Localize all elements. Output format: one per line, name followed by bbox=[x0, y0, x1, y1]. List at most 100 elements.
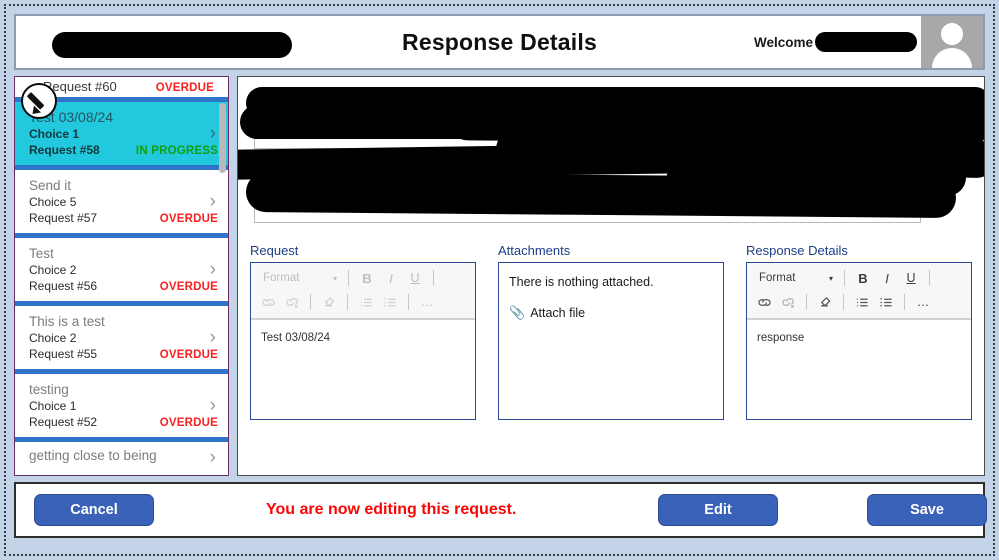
bold-button[interactable]: B bbox=[356, 268, 378, 288]
main-content-panel: Request Format ▾ B I U … Test 03/08/24 A… bbox=[237, 76, 985, 476]
link-icon[interactable] bbox=[257, 292, 279, 312]
paperclip-icon: 📎 bbox=[509, 305, 526, 320]
highlight-icon[interactable] bbox=[814, 292, 836, 312]
request-choice: Choice 5 bbox=[29, 195, 77, 209]
format-dropdown[interactable]: Format ▾ bbox=[257, 272, 341, 284]
edit-pencil-cursor-icon bbox=[21, 83, 57, 119]
redaction-stroke bbox=[665, 159, 967, 199]
attach-file-label: Attach file bbox=[530, 306, 586, 320]
request-choice: Choice 1 bbox=[29, 399, 77, 413]
toolbar-divider bbox=[844, 270, 845, 286]
cancel-button[interactable]: Cancel bbox=[34, 494, 154, 526]
username-redaction bbox=[815, 32, 917, 52]
underline-button[interactable]: U bbox=[404, 268, 426, 288]
numbered-list-icon[interactable] bbox=[875, 292, 897, 312]
request-title: Send it bbox=[29, 178, 72, 193]
italic-button[interactable]: I bbox=[876, 268, 898, 288]
chevron-right-icon: › bbox=[209, 122, 216, 144]
bullet-list-icon[interactable] bbox=[851, 292, 873, 312]
toolbar-divider bbox=[904, 294, 905, 310]
status-badge: OVERDUE bbox=[159, 213, 218, 225]
request-editor-column: Request Format ▾ B I U … Test 03/08/24 bbox=[250, 243, 476, 420]
attachments-panel: There is nothing attached. 📎 Attach file bbox=[498, 262, 724, 420]
attachments-label: Attachments bbox=[498, 243, 571, 258]
app-window: Response Details Welcome Request #60 OVE… bbox=[4, 4, 995, 556]
sidebar-scrollbar[interactable] bbox=[219, 103, 226, 173]
save-button[interactable]: Save bbox=[867, 494, 987, 526]
chevron-right-icon: › bbox=[209, 190, 216, 212]
request-editor-toolbar: Format ▾ B I U … bbox=[251, 263, 475, 320]
list-item[interactable]: This is a test Choice 2 Request #55 OVER… bbox=[15, 306, 228, 374]
toolbar-divider bbox=[433, 270, 434, 286]
request-editor-label: Request bbox=[250, 243, 299, 258]
app-header: Response Details Welcome bbox=[14, 14, 985, 70]
bullet-list-icon[interactable] bbox=[355, 292, 377, 312]
more-options-icon[interactable]: … bbox=[912, 292, 934, 312]
list-item[interactable]: Test Choice 2 Request #56 OVERDUE › bbox=[15, 238, 228, 306]
request-list-sidebar[interactable]: Request #60 OVERDUE Test 03/08/24 Choice… bbox=[14, 76, 229, 476]
list-item[interactable]: Send it Choice 5 Request #57 OVERDUE › bbox=[15, 170, 228, 238]
chevron-right-icon: › bbox=[209, 394, 216, 416]
request-choice: Choice 1 bbox=[29, 127, 80, 141]
request-editor-content[interactable]: Test 03/08/24 bbox=[251, 320, 475, 419]
highlight-icon[interactable] bbox=[318, 292, 340, 312]
request-number: Request #56 bbox=[29, 279, 98, 293]
welcome-label: Welcome bbox=[753, 34, 813, 50]
toolbar-divider bbox=[310, 294, 311, 310]
unlink-icon[interactable] bbox=[281, 292, 303, 312]
format-dropdown-label: Format bbox=[263, 272, 300, 284]
unlink-icon[interactable] bbox=[777, 292, 799, 312]
request-choice: Choice 2 bbox=[29, 263, 77, 277]
request-editor[interactable]: Format ▾ B I U … Test 03/08/24 bbox=[250, 262, 476, 420]
response-editor-toolbar: Format ▾ B I U … bbox=[747, 263, 971, 320]
toolbar-divider bbox=[347, 294, 348, 310]
avatar[interactable] bbox=[921, 16, 983, 68]
request-title: Test bbox=[29, 246, 54, 261]
chevron-right-icon: › bbox=[209, 326, 216, 348]
status-badge: IN PROGRESS bbox=[135, 145, 218, 157]
more-options-icon[interactable]: … bbox=[416, 292, 438, 312]
response-editor[interactable]: Format ▾ B I U … response bbox=[746, 262, 972, 420]
request-title: This is a test bbox=[29, 314, 105, 329]
list-item[interactable]: getting close to being › bbox=[15, 442, 228, 468]
link-icon[interactable] bbox=[753, 292, 775, 312]
chevron-right-icon: › bbox=[209, 447, 216, 468]
status-badge: OVERDUE bbox=[159, 281, 218, 293]
attach-file-button[interactable]: 📎 Attach file bbox=[509, 305, 713, 321]
avatar-head-icon bbox=[941, 23, 963, 45]
request-title: Test 03/08/24 bbox=[29, 109, 114, 125]
toolbar-divider bbox=[843, 294, 844, 310]
status-badge: OVERDUE bbox=[159, 349, 218, 361]
request-number: Request #57 bbox=[29, 211, 98, 225]
edit-button[interactable]: Edit bbox=[658, 494, 778, 526]
redacted-form-fields bbox=[238, 83, 984, 241]
request-number: Request #52 bbox=[29, 415, 98, 429]
bold-button[interactable]: B bbox=[852, 268, 874, 288]
status-badge: OVERDUE bbox=[159, 417, 218, 429]
avatar-body-icon bbox=[932, 48, 972, 68]
list-item[interactable]: testing Choice 1 Request #52 OVERDUE › bbox=[15, 374, 228, 442]
attachments-column: Attachments There is nothing attached. 📎… bbox=[498, 243, 724, 420]
toolbar-divider bbox=[929, 270, 930, 286]
toolbar-divider bbox=[408, 294, 409, 310]
response-editor-content[interactable]: response bbox=[747, 320, 971, 419]
chevron-right-icon: › bbox=[209, 258, 216, 280]
underline-button[interactable]: U bbox=[900, 268, 922, 288]
numbered-list-icon[interactable] bbox=[379, 292, 401, 312]
editing-status-message: You are now editing this request. bbox=[266, 501, 517, 518]
response-editor-label: Response Details bbox=[746, 243, 848, 258]
request-title: testing bbox=[29, 382, 69, 397]
request-title: getting close to being bbox=[29, 448, 157, 463]
toolbar-divider bbox=[806, 294, 807, 310]
response-editor-column: Response Details Format ▾ B I U … respon… bbox=[746, 243, 972, 420]
format-dropdown[interactable]: Format ▾ bbox=[753, 272, 837, 284]
body-area: Request #60 OVERDUE Test 03/08/24 Choice… bbox=[14, 76, 985, 476]
chevron-down-icon: ▾ bbox=[828, 273, 833, 283]
footer-bar: Cancel You are now editing this request.… bbox=[14, 482, 987, 538]
request-number: Request #58 bbox=[29, 143, 100, 157]
italic-button[interactable]: I bbox=[380, 268, 402, 288]
request-number: Request #55 bbox=[29, 347, 98, 361]
attachments-empty-text: There is nothing attached. bbox=[509, 275, 654, 289]
chevron-down-icon: ▾ bbox=[332, 273, 337, 283]
request-choice: Choice 2 bbox=[29, 331, 77, 345]
